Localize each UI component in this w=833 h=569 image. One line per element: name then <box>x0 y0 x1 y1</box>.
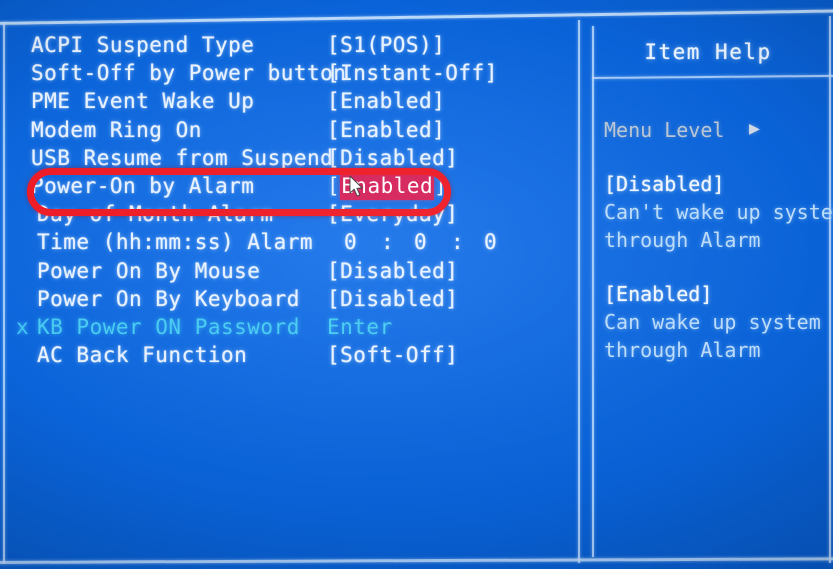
setting-time-seconds[interactable]: 0 <box>484 228 497 256</box>
setting-row[interactable]: Power On By Mouse [Disabled] <box>0 257 578 285</box>
setting-label: ACPI Suspend Type <box>31 33 255 57</box>
setting-value[interactable]: [Soft-Off] <box>327 341 458 369</box>
setting-value[interactable]: [Enabled] <box>327 116 445 144</box>
setting-label: KB Power ON Password <box>37 315 300 339</box>
settings-list: ACPI Suspend Type [S1(POS)] Soft-Off by Po… <box>0 0 578 569</box>
item-help-panel: Item Help Menu Level ▶ [Disabled] Can't … <box>594 24 833 564</box>
help-block-line: Can't wake up system <box>604 200 833 224</box>
setting-label: AC Back Function <box>37 343 248 368</box>
setting-label: Power On By Keyboard <box>37 286 300 311</box>
help-block-heading: [Enabled] <box>604 282 713 306</box>
setting-time-minutes[interactable]: 0 <box>414 228 427 256</box>
bios-setup-screen: ACPI Suspend Type [S1(POS)] Soft-Off by Po… <box>0 0 833 569</box>
setting-row[interactable]: Soft-Off by Power button [Instant-Off] <box>0 59 578 87</box>
help-panel-title: Item Help <box>644 40 772 64</box>
annotation-oval <box>27 168 451 216</box>
setting-label: Soft-Off by Power button <box>31 61 347 86</box>
setting-row[interactable]: Time (hh:mm:ss) Alarm 0:0:0 <box>0 228 578 256</box>
help-block-line: through Alarm <box>604 228 761 252</box>
setting-time-separator[interactable]: : <box>381 228 394 256</box>
setting-time-hours[interactable]: 0 <box>344 228 357 256</box>
setting-label: PME Event Wake Up <box>31 89 255 114</box>
setting-value[interactable]: [Enabled] <box>327 87 445 115</box>
setting-row[interactable]: Modem Ring On [Enabled] <box>0 116 578 144</box>
setting-row[interactable]: x KB Power ON Password Enter <box>0 313 578 341</box>
help-block-heading: [Disabled] <box>604 172 725 196</box>
setting-row[interactable]: AC Back Function [Soft-Off] <box>0 341 578 369</box>
panel-divider <box>578 20 580 563</box>
setting-value[interactable]: [Disabled] <box>327 257 458 285</box>
setting-value[interactable]: [Instant-Off] <box>327 59 498 87</box>
help-block-line: Can wake up system <box>604 310 821 334</box>
help-block-disabled: [Disabled] Can't wake up system through … <box>604 172 833 254</box>
setting-row[interactable]: ACPI Suspend Type [S1(POS)] <box>0 31 578 59</box>
help-block-line: through Alarm <box>604 338 761 362</box>
setting-value[interactable]: [S1(POS)] <box>327 31 445 59</box>
setting-value[interactable]: Enter <box>327 313 393 341</box>
chevron-right-icon: ▶ <box>749 118 760 139</box>
setting-label: Modem Ring On <box>31 117 202 142</box>
help-block-enabled: [Enabled] Can wake up system through Ala… <box>604 282 821 364</box>
menu-level-label: Menu Level <box>604 118 725 142</box>
setting-row[interactable]: Power On By Keyboard [Disabled] <box>0 285 578 313</box>
mouse-cursor-icon <box>349 175 363 197</box>
setting-value[interactable]: [Disabled] <box>327 285 458 313</box>
setting-label: Power On By Mouse <box>37 258 261 283</box>
setting-row[interactable]: PME Event Wake Up [Enabled] <box>0 87 578 115</box>
row-disabled-marker: x <box>16 315 30 339</box>
setting-time-separator[interactable]: : <box>451 228 464 256</box>
setting-label: Time (hh:mm:ss) Alarm <box>37 230 314 255</box>
